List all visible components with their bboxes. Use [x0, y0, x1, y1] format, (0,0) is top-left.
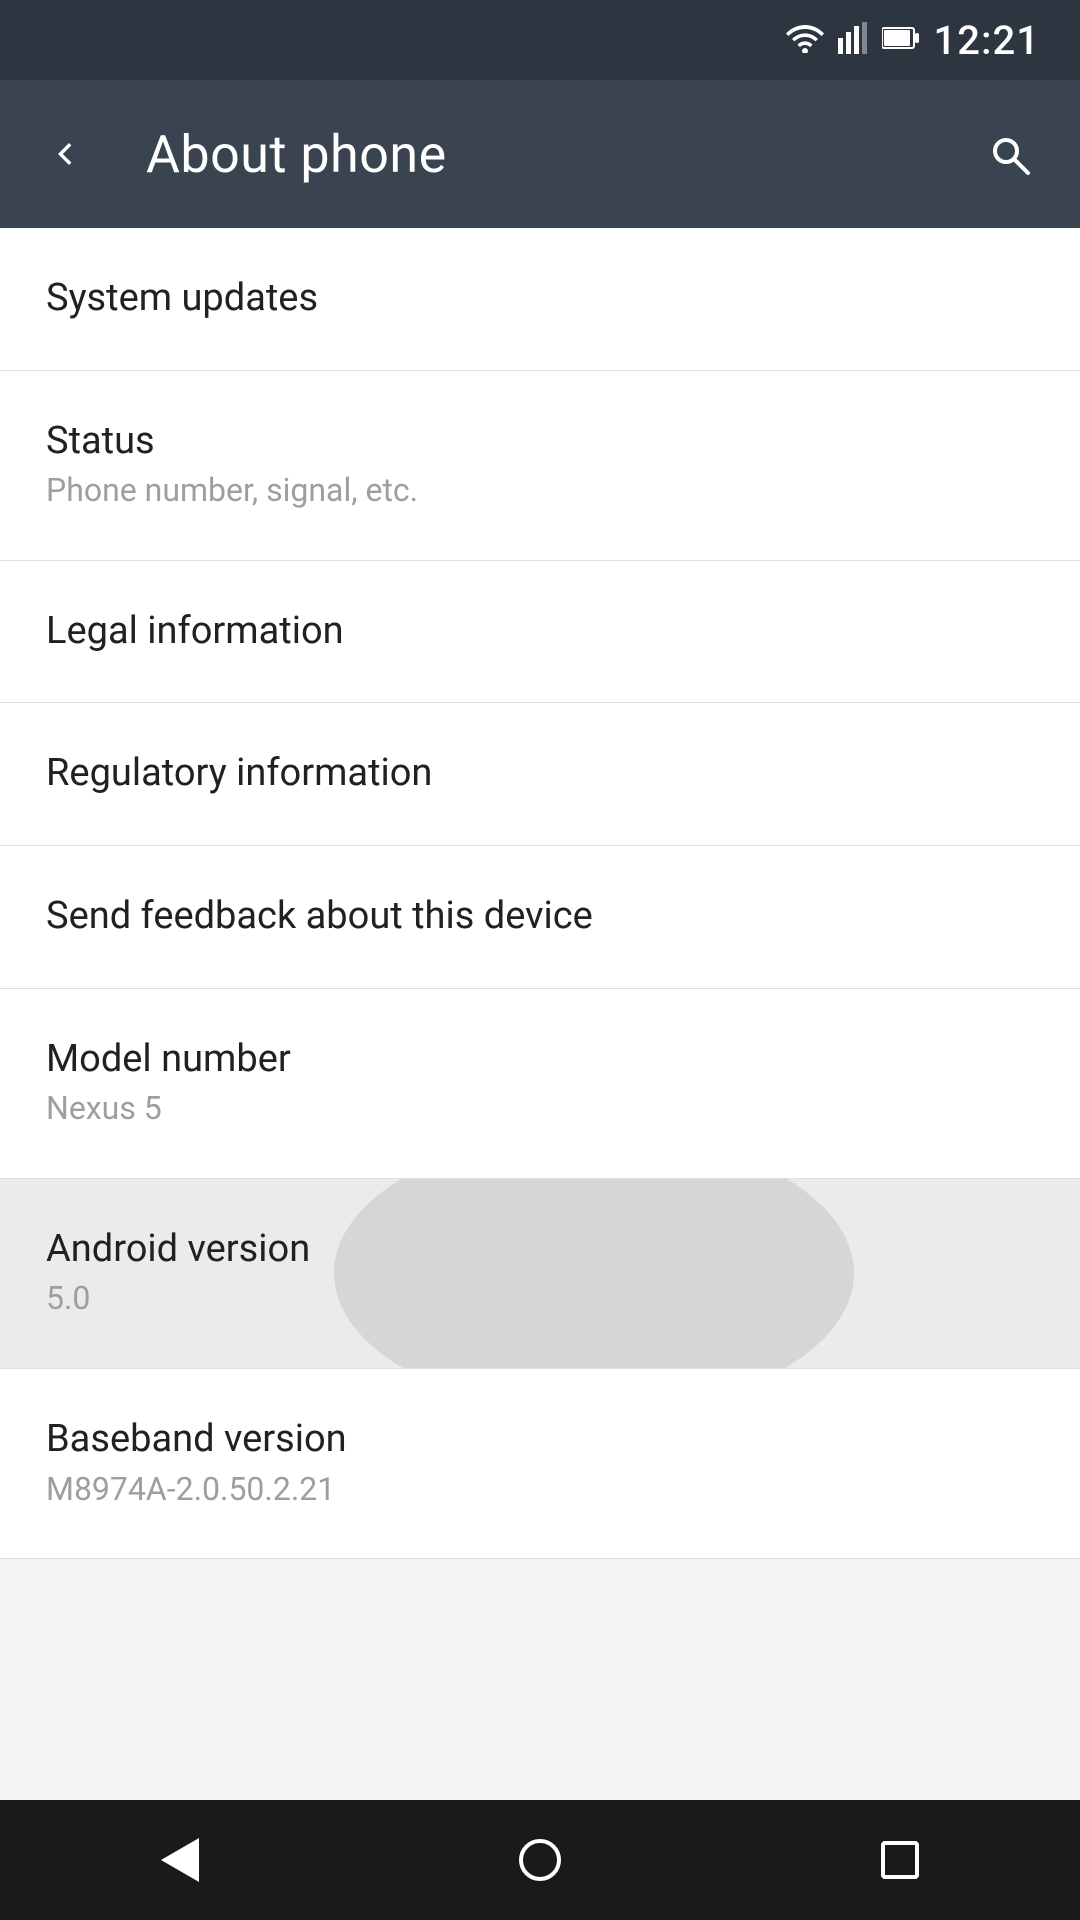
ripple-effect: [334, 1179, 854, 1369]
nav-home-button[interactable]: [480, 1800, 600, 1920]
nav-back-button[interactable]: [120, 1800, 240, 1920]
nav-recent-icon: [881, 1841, 919, 1879]
navigation-bar: [0, 1800, 1080, 1920]
list-item-android-version[interactable]: Android version 5.0: [0, 1179, 1080, 1369]
signal-icon: [838, 22, 868, 58]
system-updates-title: System updates: [46, 276, 1034, 322]
send-feedback-title: Send feedback about this device: [46, 894, 1034, 940]
nav-back-icon: [161, 1838, 199, 1882]
wifi-icon: [786, 23, 824, 57]
list-item-status[interactable]: Status Phone number, signal, etc.: [0, 371, 1080, 561]
baseband-version-subtitle: M8974A-2.0.50.2.21: [46, 1469, 1034, 1511]
search-button[interactable]: [974, 131, 1044, 177]
list-item-baseband-version[interactable]: Baseband version M8974A-2.0.50.2.21: [0, 1369, 1080, 1559]
nav-home-icon: [519, 1839, 561, 1881]
list-item-system-updates[interactable]: System updates: [0, 228, 1080, 371]
page-title: About phone: [146, 124, 934, 185]
status-title: Status: [46, 419, 1034, 465]
status-bar: 12:21: [0, 0, 1080, 80]
android-version-subtitle: 5.0: [46, 1278, 1034, 1320]
list-item-model-number[interactable]: Model number Nexus 5: [0, 989, 1080, 1179]
battery-icon: [882, 24, 920, 56]
status-subtitle: Phone number, signal, etc.: [46, 470, 1034, 512]
list-item-legal-information[interactable]: Legal information: [0, 561, 1080, 704]
nav-recent-button[interactable]: [840, 1800, 960, 1920]
settings-list: System updates Status Phone number, sign…: [0, 228, 1080, 1559]
regulatory-information-title: Regulatory information: [46, 751, 1034, 797]
toolbar: About phone: [0, 80, 1080, 228]
android-version-title: Android version: [46, 1227, 1034, 1273]
list-item-regulatory-information[interactable]: Regulatory information: [0, 703, 1080, 846]
legal-information-title: Legal information: [46, 609, 1034, 655]
model-number-title: Model number: [46, 1037, 1034, 1083]
list-item-send-feedback[interactable]: Send feedback about this device: [0, 846, 1080, 989]
back-button[interactable]: [36, 132, 106, 176]
baseband-version-title: Baseband version: [46, 1417, 1034, 1463]
status-time: 12:21: [934, 17, 1040, 64]
status-icons: 12:21: [786, 17, 1040, 64]
model-number-subtitle: Nexus 5: [46, 1088, 1034, 1130]
